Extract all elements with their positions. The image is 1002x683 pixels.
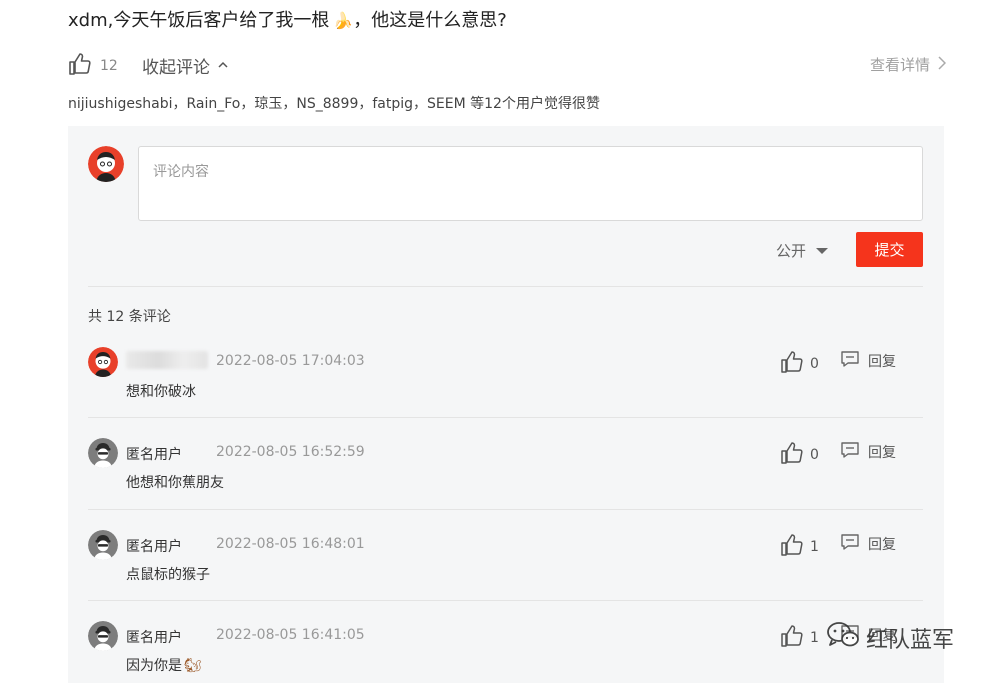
- post-title-text: xdm,今天午饭后客户给了我一根: [68, 10, 330, 31]
- comment-text: 想和你破冰: [126, 381, 196, 401]
- thumbs-up-icon: [780, 350, 804, 378]
- watermark-text: 红队蓝军: [866, 628, 955, 653]
- comment-text-body: 他想和你蕉朋友: [126, 475, 224, 491]
- commenter-name[interactable]: 匿名用户: [126, 536, 182, 556]
- visibility-select[interactable]: 公开: [776, 240, 829, 261]
- anonymous-avatar[interactable]: [88, 530, 118, 560]
- divider: [88, 417, 923, 418]
- collapse-comments-button[interactable]: 收起评论: [142, 53, 228, 78]
- chevron-up-icon: [218, 58, 228, 72]
- comment-text-body: 想和你破冰: [126, 384, 196, 400]
- comment-bubble-icon: [840, 350, 860, 372]
- watermark: 红队蓝军: [826, 620, 954, 656]
- comment-like-count: 1: [810, 539, 819, 555]
- comment-text-body: 因为你是: [126, 658, 182, 674]
- collapse-comments-label: 收起评论: [142, 58, 210, 78]
- anonymous-avatar[interactable]: [88, 621, 118, 651]
- chevron-right-icon: [938, 55, 947, 74]
- comment-text: 他想和你蕉朋友: [126, 472, 224, 492]
- comment-like-button[interactable]: 0: [780, 350, 819, 378]
- comment-like-button[interactable]: 1: [780, 624, 819, 652]
- comment-item: 匿名用户 2022-08-05 16:48:01 点鼠标的猴子 1 回复: [88, 530, 923, 610]
- comment-like-count: 0: [810, 447, 819, 463]
- view-details-link[interactable]: 查看详情: [869, 54, 947, 75]
- comment-like-count: 1: [810, 630, 819, 646]
- comment-reply-button[interactable]: 回复: [840, 350, 896, 372]
- comment-input[interactable]: [138, 146, 923, 221]
- current-user-avatar: [88, 146, 124, 182]
- comment-like-count: 0: [810, 356, 819, 372]
- comment-count: 共 12 条评论: [88, 309, 171, 325]
- banana-emoji: 🍌: [333, 11, 354, 30]
- divider: [88, 509, 923, 510]
- post-title-suffix: ，他这是什么意思?: [353, 10, 507, 31]
- comment-panel: 公开 提交 共 12 条评论 2022-08-05 17:04:03 想和你破冰…: [68, 126, 944, 683]
- comment-like-button[interactable]: 1: [780, 533, 819, 561]
- post-action-bar: 12 收起评论 查看详情: [68, 50, 947, 80]
- squirrel-emoji: 🐿: [184, 658, 202, 674]
- wechat-icon: [826, 620, 860, 656]
- comment-item: 匿名用户 2022-08-05 16:41:05 因为你是 🐿 1 回复: [88, 621, 923, 683]
- comment-time: 2022-08-05 16:41:05: [216, 627, 365, 643]
- comment-time: 2022-08-05 16:48:01: [216, 536, 365, 552]
- thumbs-up-icon: [780, 624, 804, 652]
- reply-label: 回复: [868, 445, 896, 461]
- divider: [88, 600, 923, 601]
- comment-text: 点鼠标的猴子: [126, 564, 210, 584]
- comment-item: 匿名用户 2022-08-05 16:52:59 他想和你蕉朋友 0 回复: [88, 438, 923, 518]
- likers-summary: nijiushigeshabi，Rain_Fo，琼玉，NS_8899，fatpi…: [68, 96, 600, 112]
- submit-button[interactable]: 提交: [856, 232, 923, 267]
- post-title: xdm,今天午饭后客户给了我一根 🍌，他这是什么意思?: [68, 6, 507, 32]
- view-details-label: 查看详情: [869, 56, 930, 74]
- commenter-avatar[interactable]: [88, 347, 118, 377]
- commenter-name[interactable]: 匿名用户: [126, 444, 182, 464]
- thumbs-up-icon: [780, 441, 804, 469]
- comment-text: 因为你是 🐿: [126, 655, 202, 675]
- post-like-button[interactable]: 12: [68, 52, 118, 80]
- divider: [88, 286, 923, 287]
- thumbs-up-icon: [780, 533, 804, 561]
- comment-text-body: 点鼠标的猴子: [126, 567, 210, 583]
- post-like-count: 12: [100, 58, 118, 74]
- visibility-value: 公开: [776, 242, 807, 260]
- comment-reply-button[interactable]: 回复: [840, 533, 896, 555]
- anonymous-avatar[interactable]: [88, 438, 118, 468]
- reply-label: 回复: [868, 537, 896, 553]
- caret-down-icon: [816, 247, 829, 254]
- reply-label: 回复: [868, 354, 896, 370]
- comment-time: 2022-08-05 17:04:03: [216, 353, 365, 369]
- thumbs-up-icon: [68, 52, 92, 80]
- comment-time: 2022-08-05 16:52:59: [216, 444, 365, 460]
- commenter-name-blurred[interactable]: [126, 351, 208, 369]
- comment-bubble-icon: [840, 533, 860, 555]
- comment-bubble-icon: [840, 441, 860, 463]
- comment-item: 2022-08-05 17:04:03 想和你破冰 0 回复: [88, 347, 923, 427]
- commenter-name[interactable]: 匿名用户: [126, 627, 182, 647]
- comment-reply-button[interactable]: 回复: [840, 441, 896, 463]
- comment-like-button[interactable]: 0: [780, 441, 819, 469]
